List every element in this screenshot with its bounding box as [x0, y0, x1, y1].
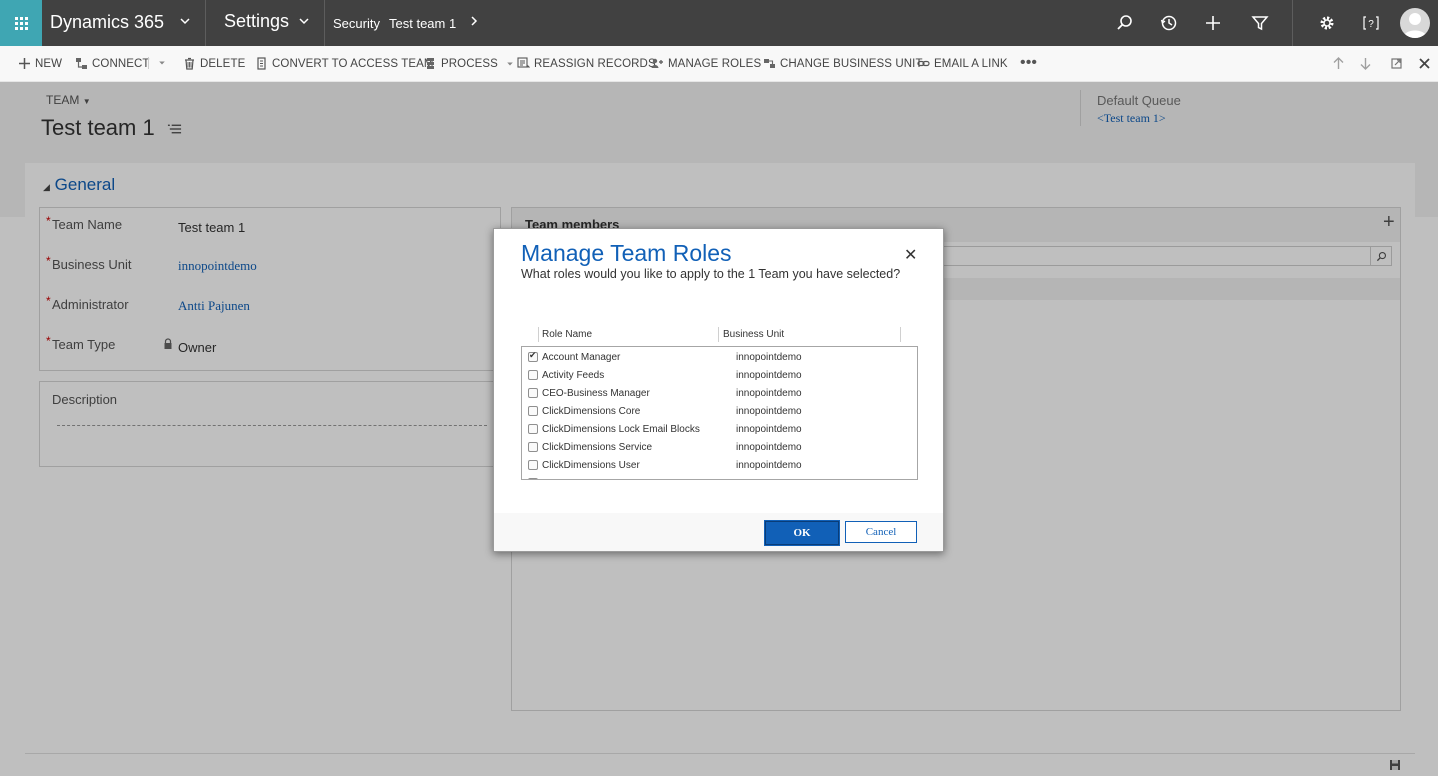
- convert-icon: [257, 57, 266, 70]
- convert-button[interactable]: CONVERT TO ACCESS TEAM: [255, 57, 434, 70]
- role-business-unit: innopointdemo: [736, 388, 802, 399]
- email-link-button[interactable]: EMAIL A LINK: [917, 57, 1008, 70]
- role-checkbox[interactable]: [528, 370, 538, 380]
- role-row[interactable]: ClickDimensions Core innopointdemo: [522, 403, 917, 421]
- app-chevron-down-icon[interactable]: [178, 14, 192, 28]
- delete-button[interactable]: DELETE: [183, 57, 245, 70]
- area-chevron-down-icon[interactable]: [297, 14, 311, 28]
- role-name: Activity Feeds: [542, 370, 605, 381]
- new-label: NEW: [35, 57, 63, 70]
- svg-text:?: ?: [1368, 19, 1374, 30]
- role-row[interactable]: ClickDimensions User innopointdemo: [522, 457, 917, 475]
- connect-button[interactable]: CONNECT: [75, 57, 150, 70]
- role-row[interactable]: Account Manager innopointdemo: [522, 349, 917, 367]
- app-name[interactable]: Dynamics 365: [50, 12, 164, 33]
- column-divider: [718, 327, 719, 342]
- role-row[interactable]: ClickDimensions Service innopointdemo: [522, 439, 917, 457]
- link-icon: [917, 60, 930, 67]
- plus-icon[interactable]: [1203, 13, 1223, 33]
- role-checkbox[interactable]: [528, 388, 538, 398]
- nav-divider: [324, 0, 325, 46]
- app-launcher-icon[interactable]: [0, 0, 42, 46]
- role-row-partial[interactable]: [522, 475, 917, 479]
- change-business-unit-button[interactable]: CHANGE BUSINESS UNIT: [763, 57, 923, 70]
- role-name: ClickDimensions Lock Email Blocks: [542, 424, 700, 435]
- ok-button[interactable]: OK: [764, 520, 840, 546]
- manage-team-roles-dialog: Manage Team Roles ✕ What roles would you…: [493, 228, 944, 552]
- breadcrumb-chevron-right-icon[interactable]: [467, 14, 481, 28]
- convert-label: CONVERT TO ACCESS TEAM: [272, 57, 434, 70]
- help-icon[interactable]: ?: [1361, 13, 1381, 33]
- delete-label: DELETE: [200, 57, 246, 70]
- connect-label: CONNECT: [92, 57, 150, 70]
- caret-down-icon: [507, 61, 513, 66]
- reassign-label: REASSIGN RECORDS: [534, 57, 656, 70]
- role-row[interactable]: Activity Feeds innopointdemo: [522, 367, 917, 385]
- role-name: ClickDimensions Service: [542, 442, 653, 453]
- arrow-up-icon[interactable]: [1331, 56, 1346, 71]
- role-business-unit: innopointdemo: [736, 370, 802, 381]
- role-checkbox[interactable]: [528, 424, 538, 434]
- gear-icon[interactable]: [1317, 13, 1337, 33]
- role-row[interactable]: ClickDimensions Lock Email Blocks innopo…: [522, 421, 917, 439]
- role-business-unit: innopointdemo: [736, 352, 802, 363]
- close-icon[interactable]: [1417, 56, 1432, 71]
- column-divider: [538, 327, 539, 342]
- process-icon: [427, 58, 434, 69]
- reassign-records-button[interactable]: REASSIGN RECORDS: [517, 57, 656, 70]
- role-checkbox[interactable]: [528, 478, 538, 479]
- process-button[interactable]: PROCESS: [424, 57, 514, 70]
- role-checkbox[interactable]: [528, 442, 538, 452]
- business-unit-icon: [764, 59, 775, 68]
- column-header-role-name[interactable]: Role Name: [542, 329, 592, 340]
- role-business-unit: innopointdemo: [736, 442, 802, 453]
- role-business-unit: innopointdemo: [736, 406, 802, 417]
- column-header-business-unit[interactable]: Business Unit: [723, 329, 784, 340]
- new-button[interactable]: NEW: [18, 57, 62, 70]
- change-bu-label: CHANGE BUSINESS UNIT: [780, 57, 923, 70]
- role-checkbox[interactable]: [528, 406, 538, 416]
- manage-roles-button[interactable]: MANAGE ROLES: [651, 57, 761, 70]
- user-avatar[interactable]: [1400, 8, 1430, 38]
- dialog-title: Manage Team Roles: [521, 240, 732, 266]
- trash-icon: [185, 57, 194, 70]
- breadcrumb-record[interactable]: Test team 1: [389, 16, 456, 31]
- divider: [148, 57, 149, 69]
- role-name: Account Manager: [542, 352, 621, 363]
- column-divider: [900, 327, 901, 342]
- email-link-label: EMAIL A LINK: [934, 57, 1008, 70]
- pop-out-icon[interactable]: [1389, 56, 1404, 71]
- cancel-button[interactable]: Cancel: [845, 521, 917, 543]
- process-label: PROCESS: [441, 57, 498, 70]
- caret-down-icon: [159, 61, 165, 65]
- roles-icon: [651, 58, 663, 68]
- role-business-unit: innopointdemo: [736, 424, 802, 435]
- search-icon[interactable]: [1115, 13, 1135, 33]
- reassign-icon: [517, 57, 530, 68]
- command-bar: NEW CONNECT DELETE CONVERT TO ACCESS TEA…: [0, 46, 1438, 82]
- plus-icon: [19, 58, 30, 69]
- role-name: ClickDimensions User: [542, 460, 640, 471]
- top-nav-bar: Dynamics 365 Settings Security Test team…: [0, 0, 1438, 46]
- breadcrumb-security[interactable]: Security: [333, 16, 380, 31]
- connect-dropdown[interactable]: [148, 57, 166, 69]
- area-settings[interactable]: Settings: [224, 11, 289, 32]
- nav-divider: [205, 0, 206, 46]
- roles-list[interactable]: Account Manager innopointdemo Activity F…: [521, 346, 918, 480]
- role-name: CEO-Business Manager: [542, 388, 650, 399]
- dialog-close-icon[interactable]: ✕: [904, 245, 917, 265]
- history-icon[interactable]: [1159, 13, 1179, 33]
- filter-icon[interactable]: [1250, 13, 1270, 33]
- dialog-subtitle: What roles would you like to apply to th…: [521, 267, 901, 281]
- nav-divider: [1292, 0, 1293, 46]
- more-commands-icon[interactable]: •••: [1020, 54, 1037, 72]
- role-checkbox[interactable]: [528, 460, 538, 470]
- arrow-down-icon[interactable]: [1358, 56, 1373, 71]
- role-business-unit: innopointdemo: [736, 460, 802, 471]
- role-row[interactable]: CEO-Business Manager innopointdemo: [522, 385, 917, 403]
- connect-icon: [76, 58, 87, 69]
- role-name: ClickDimensions Core: [542, 406, 641, 417]
- manage-roles-label: MANAGE ROLES: [668, 57, 762, 70]
- role-checkbox[interactable]: [528, 350, 538, 362]
